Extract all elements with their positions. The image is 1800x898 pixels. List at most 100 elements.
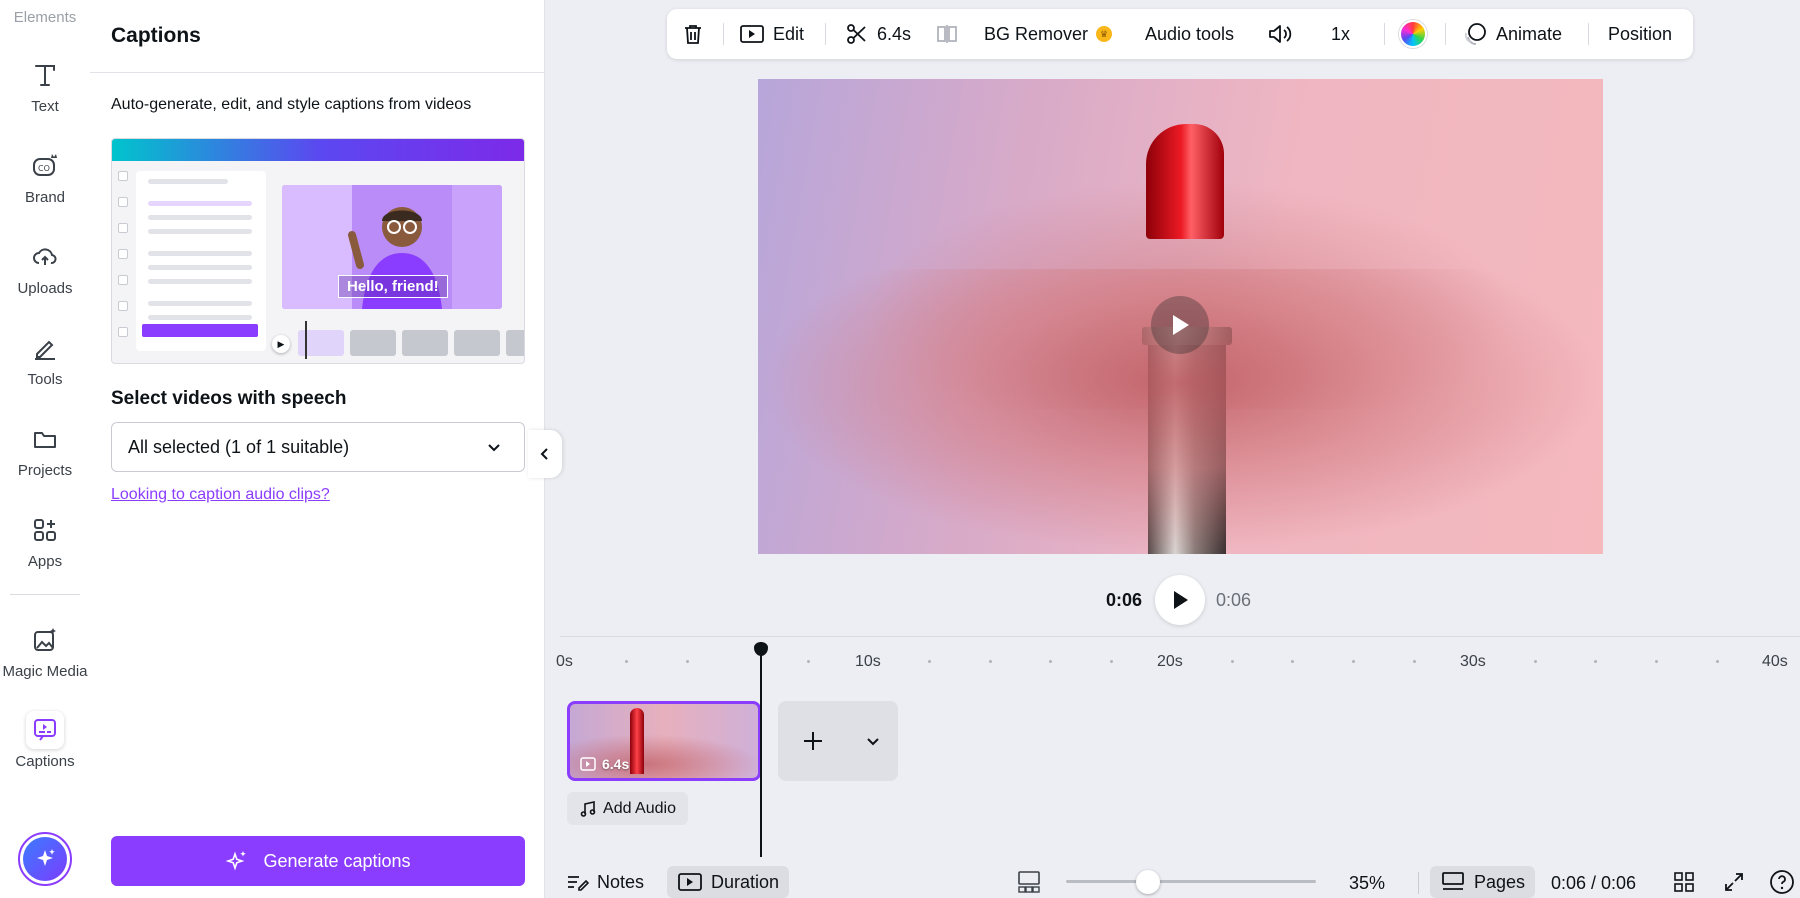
illustration-checkbox bbox=[118, 171, 128, 181]
duration-button[interactable]: Duration bbox=[667, 866, 790, 898]
zoom-slider-thumb[interactable] bbox=[1136, 870, 1160, 894]
split-page-button[interactable] bbox=[935, 9, 967, 59]
panel-description: Auto-generate, edit, and style captions … bbox=[111, 96, 472, 113]
playhead-handle[interactable] bbox=[754, 642, 768, 656]
tick-dot bbox=[1049, 660, 1052, 663]
clip-thumbnail-lipstick bbox=[630, 708, 644, 774]
page-view-button[interactable] bbox=[1015, 868, 1043, 896]
bg-remover-button[interactable]: BG Remover ♛ bbox=[984, 9, 1113, 59]
fullscreen-button[interactable] bbox=[1720, 868, 1748, 896]
caption-audio-link[interactable]: Looking to caption audio clips? bbox=[111, 486, 330, 504]
expand-icon bbox=[1725, 873, 1743, 891]
rail-item-tools[interactable]: Tools bbox=[0, 329, 90, 405]
edit-label: Edit bbox=[773, 23, 805, 44]
help-button[interactable] bbox=[1768, 868, 1796, 896]
toolbar-divider bbox=[1588, 23, 1589, 45]
illustration-timeline bbox=[298, 330, 524, 356]
volume-button[interactable] bbox=[1267, 9, 1301, 59]
chevron-down-icon bbox=[867, 738, 879, 746]
video-icon bbox=[580, 757, 596, 771]
generate-captions-button[interactable]: Generate captions bbox=[111, 836, 525, 886]
generate-captions-label: Generate captions bbox=[263, 850, 411, 871]
grid-icon bbox=[1674, 872, 1694, 892]
rail-label: Text bbox=[31, 98, 59, 115]
play-icon bbox=[1174, 591, 1188, 609]
animate-button[interactable]: Animate bbox=[1462, 9, 1562, 59]
upload-cloud-icon bbox=[26, 238, 64, 276]
folder-icon bbox=[26, 420, 64, 458]
grid-view-button[interactable] bbox=[1670, 868, 1698, 896]
illustration-document bbox=[136, 171, 266, 351]
apps-grid-icon bbox=[26, 511, 64, 549]
tick-label: 0s bbox=[556, 653, 573, 670]
audio-tools-label: Audio tools bbox=[1145, 23, 1235, 44]
playback-speed-button[interactable]: 1x bbox=[1331, 9, 1350, 59]
magic-assistant-button[interactable] bbox=[18, 832, 72, 886]
pages-button[interactable]: Pages bbox=[1430, 866, 1536, 898]
add-page-button[interactable] bbox=[778, 701, 848, 781]
rail-label: Captions bbox=[15, 753, 75, 770]
add-page-control bbox=[778, 701, 898, 781]
illustration-checkbox bbox=[118, 301, 128, 311]
tick-label: 30s bbox=[1460, 653, 1486, 670]
toolbar-divider bbox=[1445, 23, 1446, 45]
illustration-playhead bbox=[305, 321, 307, 359]
rail-item-magic-media[interactable]: Magic Media bbox=[0, 621, 90, 697]
rail-item-brand[interactable]: CO Brand bbox=[0, 147, 90, 223]
chevron-down-icon bbox=[488, 444, 500, 452]
collapse-panel-button[interactable] bbox=[528, 430, 562, 478]
edit-video-button[interactable]: Edit bbox=[739, 9, 804, 59]
select-videos-label: Select videos with speech bbox=[111, 388, 347, 409]
zoom-level[interactable]: 35% bbox=[1349, 873, 1385, 894]
rail-label: Tools bbox=[27, 371, 63, 388]
rail-label: Uploads bbox=[17, 280, 73, 297]
timeline-playhead[interactable] bbox=[760, 642, 762, 857]
trash-icon bbox=[685, 25, 701, 44]
speaker-icon bbox=[1269, 25, 1292, 43]
crown-icon: ♛ bbox=[1096, 26, 1113, 42]
position-label: Position bbox=[1608, 23, 1673, 44]
video-select-dropdown[interactable]: All selected (1 of 1 suitable) bbox=[111, 422, 525, 472]
rail-item-captions[interactable]: Captions bbox=[0, 711, 90, 787]
illustration-checkbox bbox=[118, 275, 128, 285]
delete-button[interactable] bbox=[681, 9, 713, 59]
notes-button[interactable]: Notes bbox=[565, 866, 644, 898]
audio-tools-button[interactable]: Audio tools bbox=[1145, 9, 1234, 59]
color-button[interactable] bbox=[1399, 9, 1427, 59]
tick-dot bbox=[807, 660, 810, 663]
video-clip[interactable]: 6.4s bbox=[567, 701, 761, 781]
toolbar-divider bbox=[1384, 23, 1385, 45]
rail-divider bbox=[10, 594, 80, 595]
rail-item-uploads[interactable]: Uploads bbox=[0, 238, 90, 314]
rail-label: Brand bbox=[24, 189, 66, 206]
duration-label: Duration bbox=[711, 871, 780, 892]
tick-dot bbox=[1413, 660, 1416, 663]
tick-label: 10s bbox=[855, 653, 881, 670]
rail-label: Apps bbox=[27, 553, 63, 570]
zoom-slider-track[interactable] bbox=[1066, 880, 1316, 883]
rail-item-elements-label[interactable]: Elements bbox=[0, 9, 90, 26]
magic-media-icon bbox=[26, 621, 64, 659]
rail-item-text[interactable]: Text bbox=[0, 56, 90, 132]
rail-item-apps[interactable]: Apps bbox=[0, 511, 90, 587]
play-button[interactable] bbox=[1155, 575, 1205, 625]
tick-dot bbox=[1110, 660, 1113, 663]
rail-item-projects[interactable]: Projects bbox=[0, 420, 90, 496]
split-trim-button[interactable]: 6.4s bbox=[845, 9, 911, 59]
tick-dot bbox=[1291, 660, 1294, 663]
chevron-left-icon bbox=[540, 448, 548, 460]
canvas-play-button[interactable] bbox=[1151, 296, 1209, 354]
panel-divider bbox=[90, 72, 544, 73]
position-button[interactable]: Position bbox=[1608, 9, 1672, 59]
illustration-video-scene: Hello, friend! bbox=[282, 185, 502, 309]
brand-icon: CO bbox=[26, 147, 64, 185]
add-page-options-button[interactable] bbox=[848, 701, 898, 781]
sparkle-icon bbox=[226, 851, 247, 871]
split-icon bbox=[937, 25, 957, 43]
captions-illustration: Hello, friend! ▶ bbox=[111, 138, 525, 364]
current-time: 0:06 bbox=[1106, 590, 1143, 610]
page-time: 0:06 / 0:06 bbox=[1551, 873, 1637, 893]
add-audio-button[interactable]: Add Audio bbox=[567, 792, 688, 825]
illustration-checkbox bbox=[118, 327, 128, 337]
tick-dot bbox=[625, 660, 628, 663]
